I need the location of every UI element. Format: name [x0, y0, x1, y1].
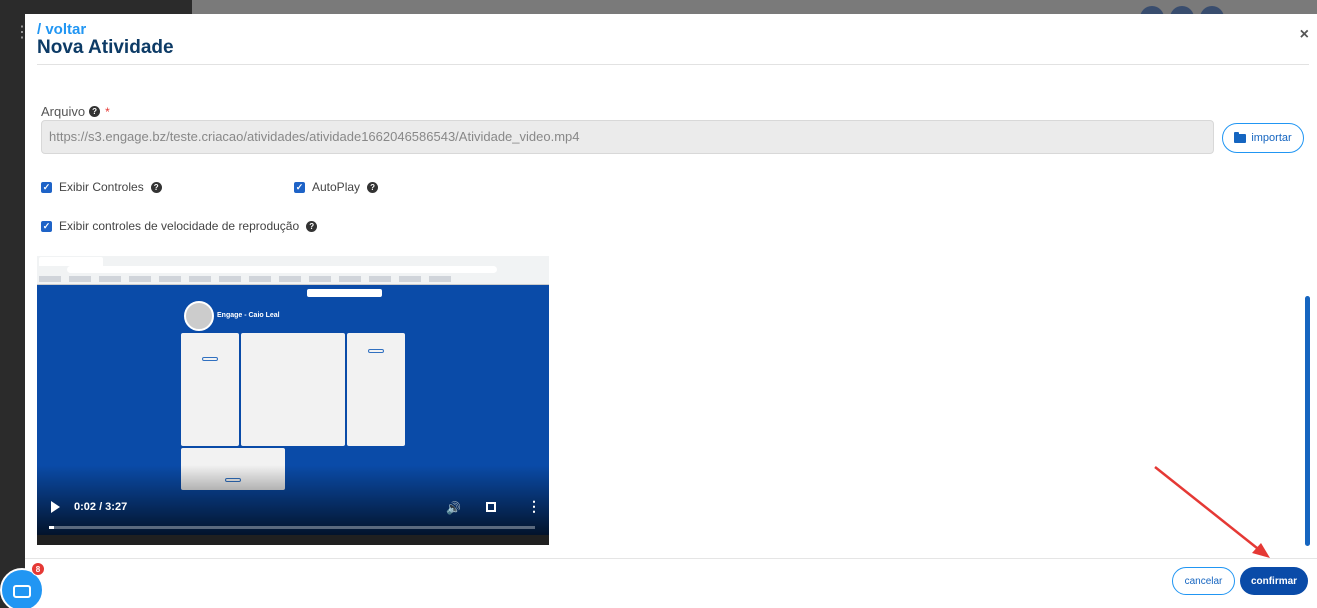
- option-autoplay[interactable]: ✓ AutoPlay ?: [294, 180, 379, 194]
- chat-badge: 8: [31, 562, 45, 576]
- autoplay-label: AutoPlay: [312, 180, 361, 194]
- video-player[interactable]: Engage - Caio Leal 0:02 / 3:27 🔊 ⋮: [37, 256, 549, 545]
- required-mark: *: [105, 104, 110, 119]
- close-icon[interactable]: ×: [1300, 26, 1309, 44]
- arquivo-label: Arquivo ? *: [41, 104, 110, 119]
- footer-divider: [25, 558, 1317, 559]
- option-velocidade[interactable]: ✓ Exibir controles de velocidade de repr…: [41, 219, 318, 233]
- help-icon[interactable]: ?: [89, 106, 101, 117]
- velocidade-label: Exibir controles de velocidade de reprod…: [59, 219, 300, 233]
- help-icon[interactable]: ?: [150, 181, 162, 193]
- import-button[interactable]: importar: [1222, 123, 1304, 153]
- video-controls: 0:02 / 3:27 🔊 ⋮: [37, 495, 549, 519]
- video-progress-fill: [49, 526, 54, 529]
- help-icon[interactable]: ?: [306, 220, 318, 232]
- play-icon[interactable]: [51, 501, 60, 513]
- fullscreen-icon[interactable]: [486, 502, 496, 512]
- nova-atividade-modal: × / voltar Nova Atividade Arquivo ? * ht…: [25, 14, 1317, 608]
- velocidade-checkbox[interactable]: ✓: [41, 220, 52, 232]
- import-button-label: importar: [1251, 132, 1292, 144]
- cancel-button[interactable]: cancelar: [1172, 567, 1235, 595]
- video-frame-profile-name: Engage - Caio Leal: [217, 312, 280, 319]
- avatar: [184, 301, 214, 331]
- help-icon[interactable]: ?: [367, 181, 379, 193]
- video-frame-browser-bar: [37, 256, 549, 285]
- exibir-controles-checkbox[interactable]: ✓: [41, 181, 52, 193]
- autoplay-checkbox[interactable]: ✓: [294, 181, 305, 193]
- video-time: 0:02 / 3:27: [74, 501, 128, 513]
- arquivo-url-field[interactable]: https://s3.engage.bz/teste.criacao/ativi…: [41, 120, 1214, 154]
- option-exibir-controles[interactable]: ✓ Exibir Controles ?: [41, 180, 162, 194]
- video-frame-card: [241, 333, 345, 446]
- header-divider: [37, 64, 1309, 65]
- page-title: Nova Atividade: [37, 37, 174, 58]
- more-options-icon[interactable]: ⋮: [527, 499, 541, 513]
- folder-open-icon: [1234, 131, 1247, 143]
- volume-icon[interactable]: 🔊: [446, 501, 461, 515]
- video-progress-bar[interactable]: [49, 526, 535, 529]
- video-frame-taskbar: [37, 535, 549, 545]
- confirm-button[interactable]: confirmar: [1240, 567, 1308, 595]
- video-frame-card: [181, 333, 239, 446]
- chat-icon: [13, 585, 31, 598]
- back-link[interactable]: / voltar: [37, 21, 86, 38]
- video-frame-card: [347, 333, 405, 446]
- scrollbar[interactable]: [1305, 296, 1310, 546]
- exibir-controles-label: Exibir Controles: [59, 180, 144, 194]
- video-frame-search: [307, 289, 382, 297]
- arquivo-label-text: Arquivo: [41, 104, 86, 119]
